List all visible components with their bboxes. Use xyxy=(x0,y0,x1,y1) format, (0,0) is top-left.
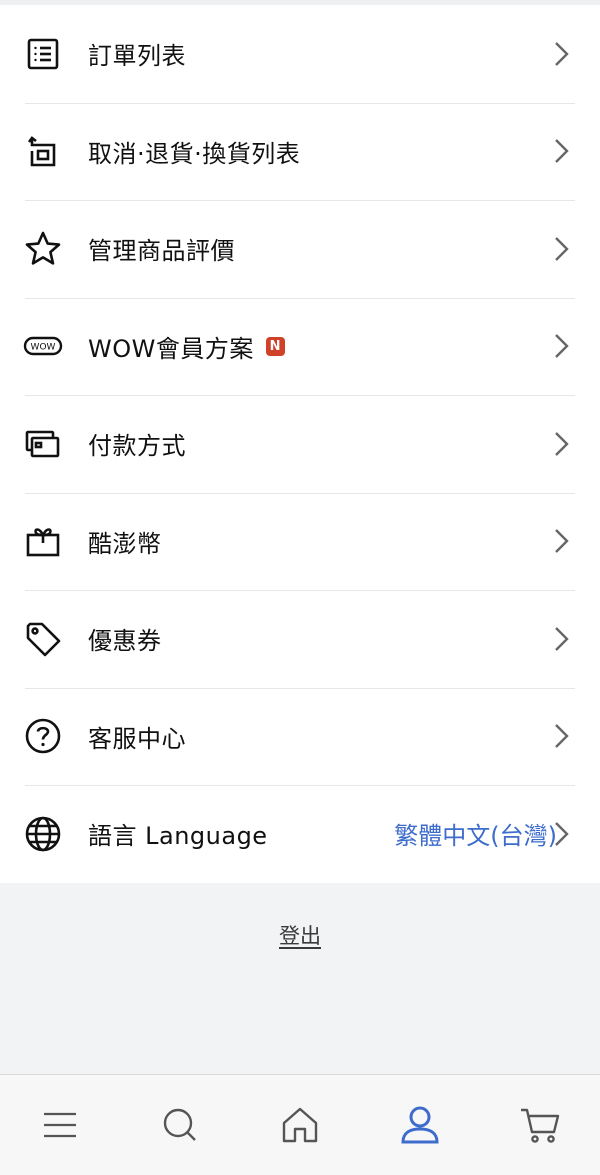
chevron-right-icon xyxy=(555,821,569,846)
gift-box-icon xyxy=(23,521,63,561)
tag-icon xyxy=(23,619,63,659)
account-menu: 訂單列表 取消·退貨·換貨列表 管理商品評價 WOW WOW會員方案 N 付款方… xyxy=(0,5,600,883)
hamburger-icon xyxy=(44,1112,76,1138)
menu-item-wow-membership[interactable]: WOW WOW會員方案 N xyxy=(23,297,575,396)
wow-badge-icon: WOW xyxy=(23,326,63,366)
chevron-right-icon xyxy=(555,529,569,554)
chevron-right-icon xyxy=(555,334,569,359)
user-icon xyxy=(401,1106,439,1144)
chevron-right-icon xyxy=(555,626,569,651)
menu-item-label: 取消·退貨·換貨列表 xyxy=(88,139,301,168)
globe-icon xyxy=(23,814,63,854)
chevron-right-icon xyxy=(555,431,569,456)
tab-menu[interactable] xyxy=(30,1095,90,1155)
star-icon xyxy=(23,229,63,269)
menu-item-label: 客服中心 xyxy=(88,724,186,753)
menu-item-label: 優惠券 xyxy=(88,627,162,656)
menu-item-label: 語言 Language xyxy=(88,822,268,851)
menu-item-language[interactable]: 語言 Language 繁體中文(台灣) xyxy=(25,785,575,883)
new-badge: N xyxy=(265,336,285,356)
menu-item-label: 管理商品評價 xyxy=(88,237,235,266)
bottom-tab-bar xyxy=(0,1074,600,1175)
payment-card-icon xyxy=(23,424,63,464)
return-box-icon xyxy=(23,131,63,171)
menu-item-customer-service[interactable]: 客服中心 xyxy=(23,687,575,786)
menu-item-label: 酷澎幣 xyxy=(88,529,162,558)
chevron-right-icon xyxy=(555,724,569,749)
menu-item-reviews[interactable]: 管理商品評價 xyxy=(25,200,575,298)
menu-item-label: WOW會員方案 xyxy=(88,334,254,363)
tab-home[interactable] xyxy=(270,1095,330,1155)
help-circle-icon xyxy=(23,716,63,756)
svg-text:WOW: WOW xyxy=(31,343,56,353)
cart-icon xyxy=(521,1108,560,1143)
menu-item-label: 訂單列表 xyxy=(88,42,186,71)
tab-cart[interactable] xyxy=(510,1095,570,1155)
tab-search[interactable] xyxy=(150,1095,210,1155)
search-icon xyxy=(163,1108,196,1141)
menu-item-returns[interactable]: 取消·退貨·換貨列表 xyxy=(23,102,575,201)
menu-item-coupons[interactable]: 優惠券 xyxy=(25,590,575,688)
menu-item-label: 付款方式 xyxy=(88,432,186,461)
chevron-right-icon xyxy=(555,139,569,164)
order-list-icon xyxy=(23,34,63,74)
chevron-right-icon xyxy=(555,41,569,66)
menu-item-coupang-coins[interactable]: 酷澎幣 xyxy=(23,492,575,591)
tab-account[interactable] xyxy=(390,1095,450,1155)
chevron-right-icon xyxy=(555,236,569,261)
logout-link[interactable]: 登出 xyxy=(0,920,600,950)
menu-item-order-list[interactable]: 訂單列表 xyxy=(25,5,575,103)
home-icon xyxy=(282,1107,318,1143)
current-language-value: 繁體中文(台灣) xyxy=(394,822,557,851)
menu-item-payment[interactable]: 付款方式 xyxy=(25,395,575,493)
